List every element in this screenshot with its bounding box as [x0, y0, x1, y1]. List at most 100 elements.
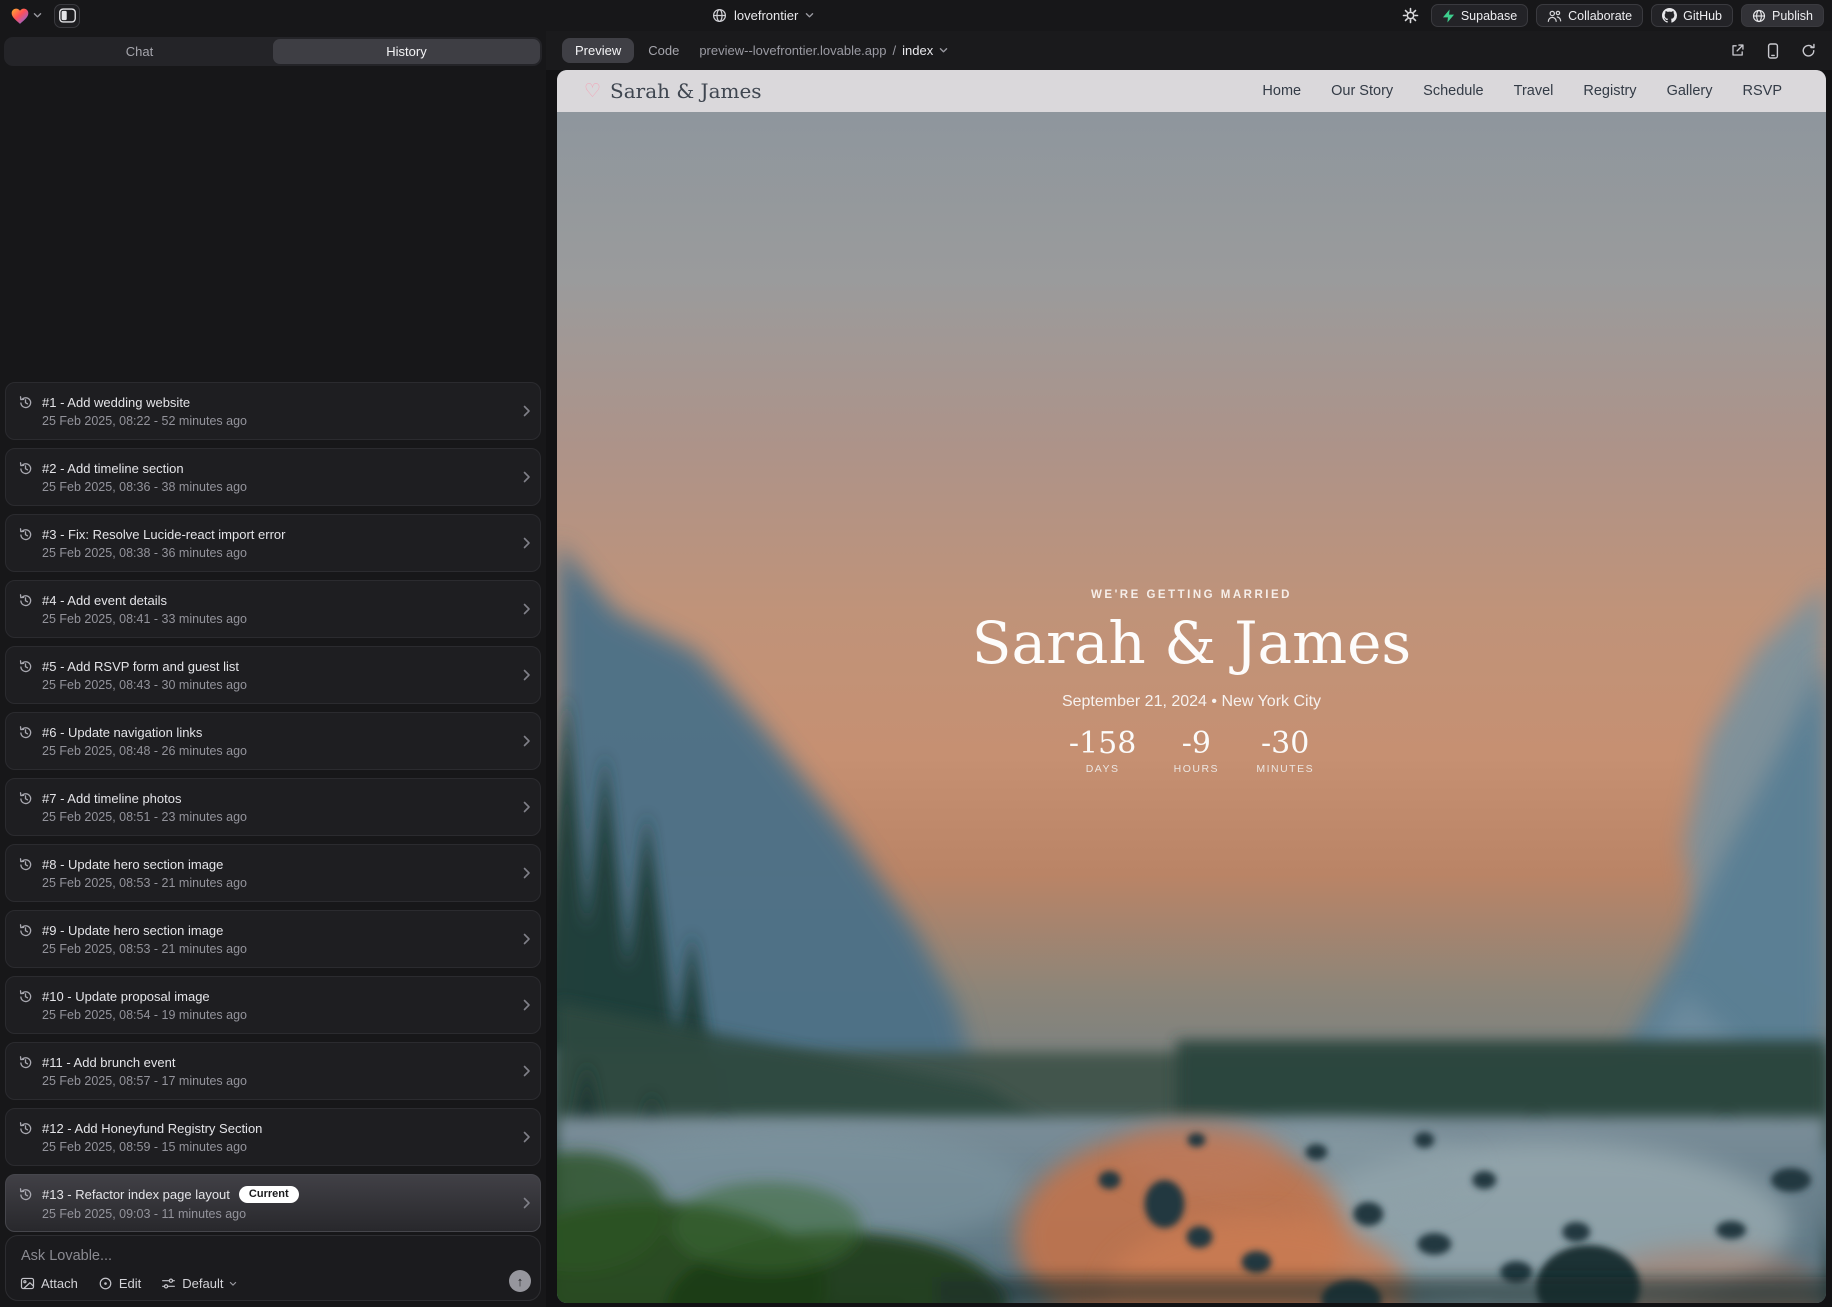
supabase-button[interactable]: Supabase: [1431, 4, 1528, 27]
project-name: lovefrontier: [734, 8, 798, 23]
history-title: #2 - Add timeline section: [42, 461, 184, 476]
history-clock-icon: [18, 923, 33, 938]
history-title: #7 - Add timeline photos: [42, 791, 181, 806]
refresh-icon: [1801, 43, 1816, 58]
history-clock-icon: [18, 725, 33, 740]
history-meta: 25 Feb 2025, 08:54 - 19 minutes ago: [42, 1008, 514, 1022]
countdown-label: HOURS: [1170, 763, 1222, 775]
countdown-item: -30 MINUTES: [1256, 727, 1314, 775]
collaborate-button-label: Collaborate: [1568, 9, 1632, 23]
image-attach-icon: [20, 1276, 35, 1291]
url-page: index: [902, 43, 933, 58]
history-version-item[interactable]: #2 - Add timeline section 25 Feb 2025, 0…: [5, 448, 541, 506]
history-clock-icon: [18, 857, 33, 872]
history-version-item[interactable]: #10 - Update proposal image 25 Feb 2025,…: [5, 976, 541, 1034]
send-button[interactable]: ↑: [509, 1270, 531, 1292]
history-clock-icon: [18, 593, 33, 608]
hero-section: WE'RE GETTING MARRIED Sarah & James Sept…: [557, 112, 1826, 1303]
preview-toolbar: Preview Code preview--lovefrontier.lovab…: [546, 31, 1832, 70]
history-version-item[interactable]: #4 - Add event details 25 Feb 2025, 08:4…: [5, 580, 541, 638]
refresh-button[interactable]: [1801, 43, 1816, 58]
people-icon: [1547, 9, 1562, 23]
project-switcher[interactable]: lovefrontier: [712, 0, 814, 31]
tab-code[interactable]: Code: [648, 43, 679, 58]
tab-preview[interactable]: Preview: [562, 38, 634, 63]
current-badge: Current: [239, 1186, 299, 1203]
countdown: -158 DAYS -9 HOURS -30 MINUTES: [557, 727, 1826, 775]
nav-link[interactable]: Schedule: [1423, 83, 1483, 99]
history-clock-icon: [18, 989, 33, 1004]
history-version-item[interactable]: #6 - Update navigation links 25 Feb 2025…: [5, 712, 541, 770]
nav-link[interactable]: Gallery: [1667, 83, 1713, 99]
chevron-right-icon: [523, 669, 531, 681]
history-clock-icon: [18, 527, 33, 542]
history-version-item[interactable]: #12 - Add Honeyfund Registry Section 25 …: [5, 1108, 541, 1166]
sidebar-toggle-button[interactable]: [54, 4, 80, 28]
nav-link[interactable]: Our Story: [1331, 83, 1393, 99]
history-version-item[interactable]: #3 - Fix: Resolve Lucide-react import er…: [5, 514, 541, 572]
attach-button[interactable]: Attach: [20, 1276, 78, 1291]
collaborate-button[interactable]: Collaborate: [1536, 4, 1643, 27]
nav-link[interactable]: Registry: [1583, 83, 1636, 99]
history-version-item[interactable]: #7 - Add timeline photos 25 Feb 2025, 08…: [5, 778, 541, 836]
history-title: #1 - Add wedding website: [42, 395, 190, 410]
url-host: preview--lovefrontier.lovable.app: [699, 43, 886, 58]
chevron-down-icon: [33, 12, 42, 19]
chevron-down-icon: [229, 1281, 237, 1287]
site-logo[interactable]: ♡ Sarah & James: [584, 79, 762, 103]
history-version-item[interactable]: #1 - Add wedding website 25 Feb 2025, 08…: [5, 382, 541, 440]
history-clock-icon: [18, 395, 33, 410]
hero-date-location: September 21, 2024 • New York City: [557, 693, 1826, 711]
history-version-item[interactable]: #8 - Update hero section image 25 Feb 20…: [5, 844, 541, 902]
history-meta: 25 Feb 2025, 08:43 - 30 minutes ago: [42, 678, 514, 692]
preview-url[interactable]: preview--lovefrontier.lovable.app / inde…: [699, 43, 948, 58]
nav-link[interactable]: Home: [1262, 83, 1301, 99]
history-version-item[interactable]: #13 - Refactor index page layout Current…: [5, 1174, 541, 1232]
chevron-right-icon: [523, 1065, 531, 1077]
hero-content: WE'RE GETTING MARRIED Sarah & James Sept…: [557, 589, 1826, 775]
lovable-heart-logo-icon: [10, 6, 30, 25]
site-logo-text: Sarah & James: [610, 79, 762, 103]
model-mode-selector[interactable]: Default: [161, 1276, 237, 1291]
history-version-item[interactable]: #5 - Add RSVP form and guest list 25 Feb…: [5, 646, 541, 704]
history-title: #11 - Add brunch event: [42, 1055, 175, 1070]
settings-button[interactable]: [1399, 4, 1423, 28]
chevron-right-icon: [523, 933, 531, 945]
prompt-input[interactable]: Ask Lovable...: [21, 1248, 112, 1264]
attach-label: Attach: [41, 1276, 78, 1291]
chevron-down-icon: [939, 47, 948, 54]
history-meta: 25 Feb 2025, 08:57 - 17 minutes ago: [42, 1074, 514, 1088]
supabase-icon: [1442, 9, 1455, 23]
nav-link[interactable]: Travel: [1514, 83, 1554, 99]
countdown-value: -9: [1170, 727, 1222, 761]
history-version-item[interactable]: #11 - Add brunch event 25 Feb 2025, 08:5…: [5, 1042, 541, 1100]
github-button-label: GitHub: [1683, 9, 1722, 23]
history-meta: 25 Feb 2025, 08:38 - 36 minutes ago: [42, 546, 514, 560]
history-title: #3 - Fix: Resolve Lucide-react import er…: [42, 527, 285, 542]
globe-icon: [712, 8, 727, 23]
countdown-item: -158 DAYS: [1069, 727, 1136, 775]
gear-icon: [1402, 7, 1419, 24]
sliders-icon: [161, 1276, 176, 1291]
mobile-phone-icon: [1767, 43, 1779, 59]
lovable-logo-menu[interactable]: [10, 6, 42, 25]
chevron-right-icon: [523, 867, 531, 879]
open-in-new-tab-button[interactable]: [1730, 43, 1745, 58]
edit-mode-button[interactable]: Edit: [98, 1276, 141, 1291]
lovable-app-window: lovefrontier Supabase: [0, 0, 1832, 1307]
history-list: #1 - Add wedding website 25 Feb 2025, 08…: [5, 382, 541, 1232]
github-button[interactable]: GitHub: [1651, 4, 1733, 27]
top-bar: lovefrontier Supabase: [0, 0, 1832, 31]
publish-button[interactable]: Publish: [1741, 4, 1824, 27]
composer: Ask Lovable... Attach: [5, 1235, 541, 1301]
nav-link[interactable]: RSVP: [1743, 83, 1783, 99]
tab-chat[interactable]: Chat: [6, 39, 273, 64]
tab-history[interactable]: History: [273, 39, 540, 64]
publish-button-label: Publish: [1772, 9, 1813, 23]
mobile-view-button[interactable]: [1767, 43, 1779, 59]
countdown-label: DAYS: [1069, 763, 1136, 775]
history-version-item[interactable]: #9 - Update hero section image 25 Feb 20…: [5, 910, 541, 968]
history-title: #5 - Add RSVP form and guest list: [42, 659, 239, 674]
history-title: #12 - Add Honeyfund Registry Section: [42, 1121, 262, 1136]
site-nav: Home Our Story Schedule Travel Registry …: [1262, 83, 1782, 99]
